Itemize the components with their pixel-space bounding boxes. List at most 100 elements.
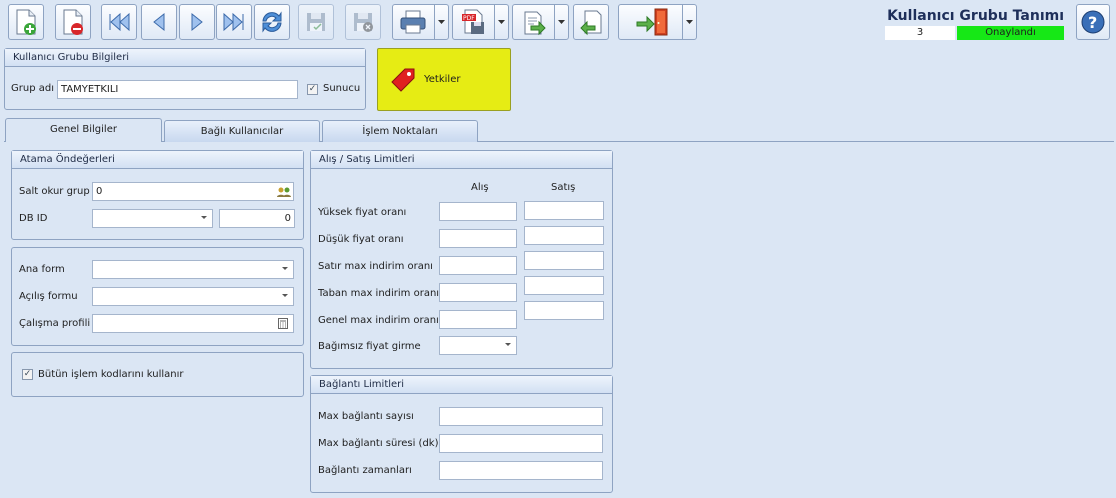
sunucu-checkbox[interactable]: ✓ — [307, 84, 318, 95]
first-record-button[interactable] — [101, 4, 137, 40]
export-dropdown[interactable] — [554, 5, 568, 39]
export-button[interactable] — [512, 4, 569, 40]
status-badge: Onaylandı — [957, 26, 1064, 40]
max-baglanti-suresi-input[interactable] — [439, 434, 603, 453]
limits-title: Alış / Satış Limitleri — [311, 151, 612, 169]
baglanti-zamanlari-label: Bağlantı zamanları — [318, 465, 412, 476]
max-baglanti-sayisi-label: Max bağlantı sayısı — [318, 411, 414, 422]
import-button[interactable] — [573, 4, 609, 40]
print-button[interactable] — [392, 4, 449, 40]
dusuk-fiyat-satis-input[interactable] — [524, 226, 604, 245]
delete-button[interactable] — [55, 4, 91, 40]
delete-document-icon — [63, 9, 83, 35]
refresh-button[interactable] — [254, 4, 290, 40]
tab-islem-noktalari[interactable]: İşlem Noktaları — [322, 120, 478, 142]
satir-indirim-alis-input[interactable] — [439, 256, 517, 275]
chevron-down-icon — [282, 294, 288, 297]
group-name-input[interactable]: TAMYETKILI — [57, 80, 298, 99]
export-icon — [524, 11, 546, 36]
defaults-title: Atama Öndeğerleri — [12, 151, 303, 169]
svg-text:PDF: PDF — [463, 15, 475, 22]
islem-kodlari-checkbox[interactable]: ✓ — [22, 369, 33, 380]
yetkiler-button[interactable]: Yetkiler — [377, 48, 511, 111]
limit-row-label: Düşük fiyat oranı — [318, 234, 404, 245]
refresh-icon — [262, 11, 282, 33]
max-baglanti-suresi-label: Max bağlantı süresi (dk) — [318, 438, 439, 449]
db-id-label: DB ID — [19, 213, 48, 224]
dusuk-fiyat-alis-input[interactable] — [439, 229, 517, 248]
calculator-icon[interactable] — [278, 318, 288, 329]
import-icon — [580, 10, 602, 36]
salt-okur-label: Salt okur grup — [19, 186, 90, 197]
tag-icon — [391, 68, 415, 92]
next-record-button[interactable] — [179, 4, 215, 40]
exit-button[interactable] — [618, 4, 697, 40]
salt-okur-input[interactable]: 0 — [92, 182, 294, 201]
pdf-dropdown[interactable] — [494, 5, 508, 39]
bagimsiz-fiyat-label: Bağımsız fiyat girme — [318, 341, 421, 352]
yuksek-fiyat-alis-input[interactable] — [439, 202, 517, 221]
next-record-icon — [191, 12, 203, 32]
page-title: Kullanıcı Grubu Tanımı — [887, 8, 1064, 24]
yetkiler-label: Yetkiler — [424, 74, 461, 85]
save-cancel-button[interactable] — [345, 4, 381, 40]
group-name-label: Grup adı — [11, 83, 54, 94]
max-baglanti-sayisi-input[interactable] — [439, 407, 603, 426]
limit-row-label: Yüksek fiyat oranı — [318, 207, 407, 218]
pdf-export-icon: PDF — [461, 9, 484, 34]
tab-genel-bilgiler[interactable]: Genel Bilgiler — [5, 118, 162, 142]
islem-kodlari-label: Bütün işlem kodlarını kullanır — [38, 369, 184, 380]
acilis-formu-select[interactable] — [92, 287, 294, 306]
print-dropdown[interactable] — [434, 5, 448, 39]
chevron-down-icon — [498, 20, 505, 24]
tab-bagli-kullanicilar[interactable]: Bağlı Kullanıcılar — [164, 120, 320, 142]
first-record-icon — [109, 12, 130, 32]
bagimsiz-fiyat-select[interactable] — [439, 336, 517, 355]
acilis-formu-label: Açılış formu — [19, 291, 78, 302]
limit-row-label: Taban max indirim oranı — [318, 288, 440, 299]
chevron-down-icon — [282, 267, 288, 270]
taban-indirim-satis-input[interactable] — [524, 276, 604, 295]
db-id-number-input[interactable]: 0 — [219, 209, 295, 228]
print-icon — [400, 10, 425, 34]
help-button[interactable]: ? — [1076, 4, 1110, 40]
chevron-down-icon — [201, 216, 207, 219]
col-alis-header: Alış — [471, 182, 489, 193]
new-document-icon — [16, 9, 36, 35]
col-satis-header: Satış — [551, 182, 576, 193]
ana-form-label: Ana form — [19, 264, 65, 275]
genel-indirim-satis-input[interactable] — [524, 301, 604, 320]
db-id-select[interactable] — [92, 209, 213, 228]
calisma-profili-label: Çalışma profili — [19, 318, 91, 329]
exit-dropdown[interactable] — [682, 5, 696, 39]
svg-text:?: ? — [1088, 13, 1097, 32]
chevron-down-icon — [505, 343, 511, 346]
chevron-down-icon — [438, 20, 445, 24]
previous-record-icon — [153, 12, 165, 32]
help-icon: ? — [1081, 10, 1105, 34]
pdf-export-button[interactable]: PDF — [452, 4, 509, 40]
last-record-icon — [223, 12, 244, 32]
baglanti-zamanlari-input[interactable] — [439, 461, 603, 480]
last-record-button[interactable] — [216, 4, 252, 40]
chevron-down-icon — [686, 20, 693, 24]
save-button[interactable] — [298, 4, 334, 40]
ana-form-select[interactable] — [92, 260, 294, 279]
record-number: 3 — [885, 26, 955, 40]
salt-okur-value: 0 — [96, 186, 103, 197]
save-icon — [307, 13, 325, 31]
previous-record-button[interactable] — [141, 4, 177, 40]
yuksek-fiyat-satis-input[interactable] — [524, 201, 604, 220]
users-icon[interactable] — [277, 186, 291, 198]
satir-indirim-satis-input[interactable] — [524, 251, 604, 270]
sunucu-label: Sunucu — [323, 83, 361, 94]
genel-indirim-alis-input[interactable] — [439, 310, 517, 329]
chevron-down-icon — [558, 20, 565, 24]
new-button[interactable] — [8, 4, 44, 40]
connection-title: Bağlantı Limitleri — [311, 376, 612, 394]
exit-door-icon — [636, 8, 667, 36]
save-cancel-icon — [354, 13, 373, 32]
calisma-profili-input[interactable] — [92, 314, 294, 333]
taban-indirim-alis-input[interactable] — [439, 283, 517, 302]
limit-row-label: Satır max indirim oranı — [318, 261, 433, 272]
